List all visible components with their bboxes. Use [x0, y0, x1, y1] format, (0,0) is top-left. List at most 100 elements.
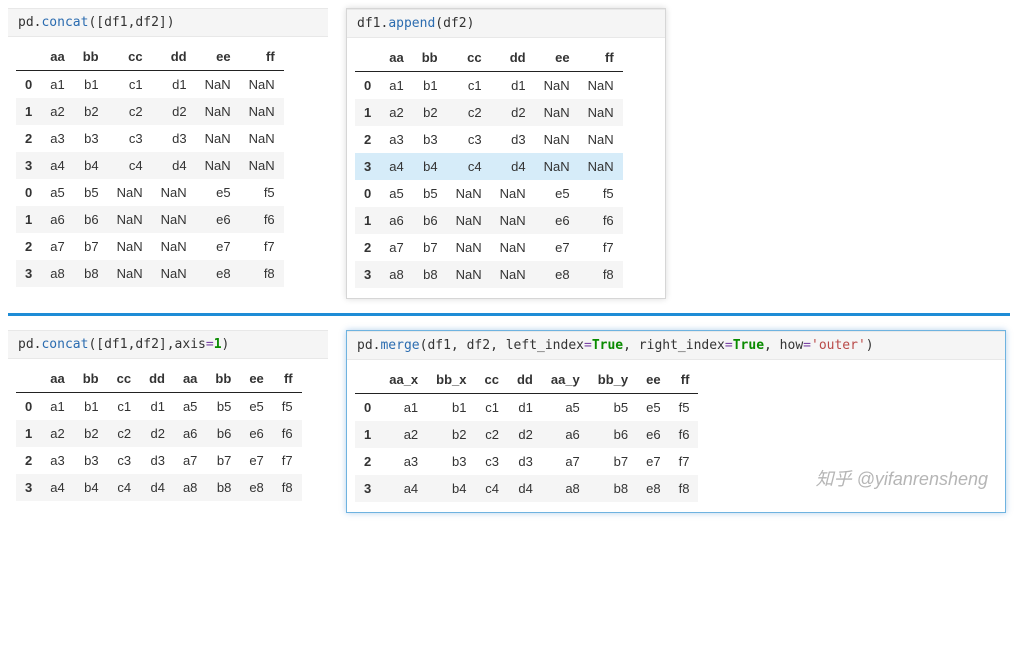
cell: NaN	[152, 233, 196, 260]
column-header: cc	[108, 43, 152, 71]
cell: f7	[579, 234, 623, 261]
table-row: 3a4b4c4d4NaNNaN	[355, 153, 623, 180]
cell: a2	[380, 421, 427, 448]
cell: f8	[240, 260, 284, 287]
cell: e8	[535, 261, 579, 288]
cell: a4	[41, 474, 73, 501]
cell: c3	[447, 126, 491, 153]
table-row: 2a7b7NaNNaNe7f7	[16, 233, 284, 260]
code-token: =	[803, 338, 811, 353]
cell: e8	[637, 475, 669, 502]
cell: e7	[196, 233, 240, 260]
cell: b7	[74, 233, 108, 260]
divider	[8, 313, 1010, 316]
cell: NaN	[579, 72, 623, 100]
cell: b6	[74, 206, 108, 233]
code-expression: pd.merge(df1, df2, left_index=True, righ…	[347, 331, 1005, 360]
cell: e8	[196, 260, 240, 287]
cell: d2	[508, 421, 542, 448]
table-row: 1a2b2c2d2a6b6e6f6	[355, 421, 698, 448]
cell: a5	[41, 179, 73, 206]
cell: f5	[670, 394, 699, 422]
cell: b5	[206, 393, 240, 421]
code-token: (df2)	[435, 16, 474, 31]
cell: NaN	[196, 152, 240, 179]
cell: c1	[476, 394, 508, 422]
cell: NaN	[240, 125, 284, 152]
cell: b2	[74, 98, 108, 125]
cell: a3	[41, 447, 73, 474]
cell: a5	[380, 180, 412, 207]
column-header: aa	[380, 44, 412, 72]
column-header: ff	[273, 365, 302, 393]
cell: e7	[637, 448, 669, 475]
index-header	[355, 44, 380, 72]
cell: b1	[74, 71, 108, 99]
table-row: 1a6b6NaNNaNe6f6	[16, 206, 284, 233]
index-header	[16, 365, 41, 393]
cell: b1	[74, 393, 108, 421]
cell: e5	[196, 179, 240, 206]
column-header: bb_x	[427, 366, 475, 394]
cell: NaN	[108, 179, 152, 206]
column-header: aa	[174, 365, 206, 393]
cell: b4	[74, 152, 108, 179]
cell: b3	[74, 447, 108, 474]
cell: a8	[380, 261, 412, 288]
cell: c2	[476, 421, 508, 448]
column-header: dd	[152, 43, 196, 71]
cell: a3	[41, 125, 73, 152]
row-index: 2	[355, 234, 380, 261]
cell: NaN	[579, 153, 623, 180]
cell: d2	[152, 98, 196, 125]
cell: NaN	[491, 234, 535, 261]
cell: NaN	[535, 126, 579, 153]
code-token: )	[222, 337, 230, 352]
cell: NaN	[491, 180, 535, 207]
cell: b7	[413, 234, 447, 261]
table-row: 3a4b4c4d4a8b8e8f8	[16, 474, 302, 501]
column-header: ee	[637, 366, 669, 394]
code-token: =	[725, 338, 733, 353]
cell: f7	[273, 447, 302, 474]
column-header: aa_y	[542, 366, 589, 394]
cell: a8	[174, 474, 206, 501]
table-row: 2a3b3c3d3a7b7e7f7	[355, 448, 698, 475]
cell: c1	[108, 393, 140, 421]
cell: f6	[240, 206, 284, 233]
cell: e5	[240, 393, 272, 421]
cell: b7	[206, 447, 240, 474]
table-row: 1a6b6NaNNaNe6f6	[355, 207, 623, 234]
row-index: 1	[355, 99, 380, 126]
code-token: , how	[764, 338, 803, 353]
cell: a4	[41, 152, 73, 179]
cell: b3	[413, 126, 447, 153]
column-header: bb	[74, 43, 108, 71]
cell: d2	[491, 99, 535, 126]
cell: e6	[240, 420, 272, 447]
cell: c4	[476, 475, 508, 502]
code-token: True	[592, 338, 623, 353]
code-expression: pd.concat([df1,df2])	[8, 8, 328, 37]
cell: e5	[637, 394, 669, 422]
cell: c3	[476, 448, 508, 475]
dataframe-table: aa_xbb_xccddaa_ybb_yeeff0a1b1c1d1a5b5e5f…	[355, 366, 698, 502]
row-index: 3	[16, 152, 41, 179]
cell: a8	[41, 260, 73, 287]
row-index: 1	[16, 420, 41, 447]
cell: d4	[508, 475, 542, 502]
cell: b1	[427, 394, 475, 422]
cell: f7	[670, 448, 699, 475]
row-index: 3	[16, 474, 41, 501]
row-index: 2	[355, 126, 380, 153]
cell: f6	[670, 421, 699, 448]
cell: NaN	[108, 260, 152, 287]
code-token: (df1, df2, left_index	[420, 338, 584, 353]
table-row: 3a8b8NaNNaNe8f8	[355, 261, 623, 288]
cell: d4	[152, 152, 196, 179]
code-token: concat	[41, 15, 88, 30]
code-token: pd	[18, 15, 34, 30]
column-header: bb	[413, 44, 447, 72]
cell: a5	[174, 393, 206, 421]
column-header: ff	[240, 43, 284, 71]
